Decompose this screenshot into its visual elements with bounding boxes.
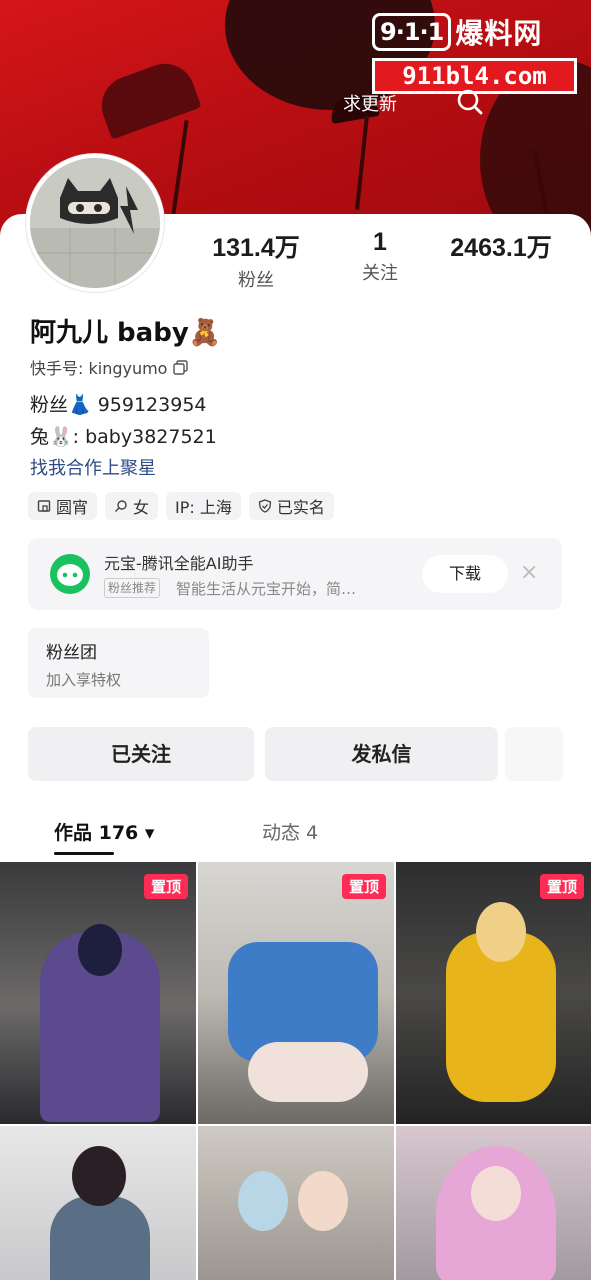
bio-line: 兔🐰: baby3827521 <box>30 426 217 448</box>
following-stat[interactable]: 1 关注 <box>338 228 422 285</box>
tag-label: 圆宵 <box>56 498 89 517</box>
tab-moments[interactable]: 动态 4 <box>262 818 318 845</box>
kuaishou-id-text: 快手号: kingyumo <box>30 359 168 378</box>
home-icon <box>37 500 51 512</box>
yuanbao-app-icon <box>50 554 90 594</box>
fans-label: 粉丝 <box>238 270 274 291</box>
watermark-logo: 9·1·1 <box>372 13 452 51</box>
fans-count: 131.4万 <box>212 234 300 262</box>
request-update-button[interactable]: 求更新 <box>343 90 397 116</box>
ad-description: 智能生活从元宝开始，简… <box>176 580 357 598</box>
banner-heel-pin <box>355 115 369 210</box>
copy-icon[interactable] <box>173 359 189 375</box>
tab-works[interactable]: 作品 176 ▾ <box>54 818 154 845</box>
tag-gender: 女 <box>105 492 159 520</box>
cooperation-link[interactable]: 找我合作上聚星 <box>30 454 156 480</box>
avatar[interactable] <box>26 154 164 292</box>
video-thumbnail[interactable] <box>396 1126 591 1280</box>
video-thumbnail[interactable]: 置顶 <box>396 862 591 1124</box>
tab-indicator <box>54 852 114 855</box>
ad-title: 元宝-腾讯全能AI助手 <box>104 554 254 573</box>
send-message-button[interactable]: 发私信 <box>265 727 498 781</box>
profile-name: 阿九儿 baby🧸 <box>30 318 222 348</box>
search-icon[interactable] <box>456 88 484 116</box>
video-thumbnail[interactable] <box>0 1126 196 1280</box>
watermark: 9·1·1 爆料网 911bl4.com <box>372 12 577 94</box>
watermark-name: 爆料网 <box>455 17 543 50</box>
more-button[interactable] <box>505 727 563 781</box>
video-thumbnail[interactable]: 置顶 <box>0 862 196 1124</box>
profile-tags: 圆宵 女 IP: 上海 已实名 <box>28 492 334 520</box>
video-thumbnail[interactable] <box>198 1126 394 1280</box>
ad-download-button[interactable]: 下载 <box>422 555 508 593</box>
kuaishou-id[interactable]: 快手号: kingyumo <box>30 355 189 379</box>
pinned-badge: 置顶 <box>539 874 584 899</box>
banner-heel-pin <box>171 120 189 215</box>
shield-check-icon <box>258 499 272 513</box>
fans-stat[interactable]: 131.4万 粉丝 <box>196 228 316 292</box>
video-thumbnail[interactable]: 置顶 <box>198 862 394 1124</box>
fanclub-subtitle: 加入享特权 <box>46 671 122 689</box>
ad-banner[interactable]: 元宝-腾讯全能AI助手 粉丝推荐 智能生活从元宝开始，简… 下载 × <box>28 538 562 610</box>
tag-label: 女 <box>133 498 150 517</box>
works-grid: 置顶 置顶 置顶 <box>0 862 591 1280</box>
following-label: 关注 <box>362 263 398 284</box>
avatar-illustration <box>30 158 160 288</box>
tag-ip: IP: 上海 <box>166 492 241 520</box>
pinned-badge: 置顶 <box>143 874 188 899</box>
tag-location[interactable]: 圆宵 <box>28 492 98 520</box>
tag-label: IP: 上海 <box>175 498 232 517</box>
close-icon[interactable]: × <box>520 562 538 584</box>
followed-button[interactable]: 已关注 <box>28 727 254 781</box>
following-count: 1 <box>373 228 387 256</box>
bio-line: 粉丝👗 959123954 <box>30 394 207 416</box>
ad-badge: 粉丝推荐 <box>104 578 161 598</box>
pinned-badge: 置顶 <box>341 874 386 899</box>
tag-verified[interactable]: 已实名 <box>248 492 334 520</box>
female-icon <box>115 500 127 512</box>
tag-label: 已实名 <box>276 498 325 517</box>
fanclub-card[interactable]: 粉丝团 加入享特权 <box>28 628 209 698</box>
likes-count: 2463.1万 <box>450 234 552 262</box>
fanclub-title: 粉丝团 <box>46 643 97 663</box>
likes-stat[interactable]: 2463.1万 <box>436 228 566 266</box>
